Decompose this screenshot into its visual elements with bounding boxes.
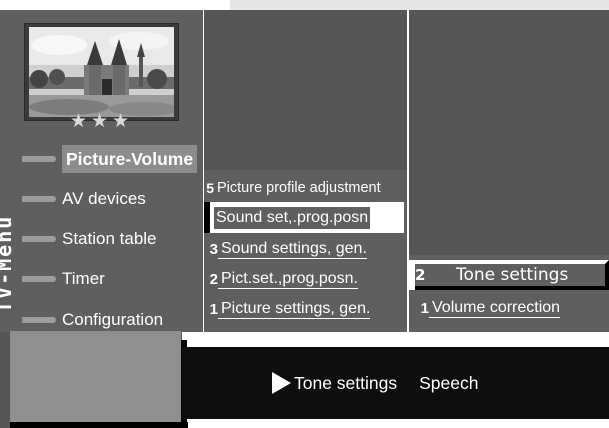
menu-item-marker xyxy=(22,317,56,323)
item-number: 2 xyxy=(415,266,426,284)
item-label: Sound settings, gen. xyxy=(218,240,367,259)
top-strip xyxy=(230,0,609,10)
tv-menu-vertical-title: TV-Menu xyxy=(0,165,16,315)
item-label: Sound set,.prog.posn xyxy=(214,206,371,229)
item-label: Pict.set.,prog.posn. xyxy=(218,270,358,289)
item-number: 3 xyxy=(209,240,218,258)
menu-item-picture-volume[interactable]: Picture-Volume xyxy=(22,145,202,173)
menu-item-label: Picture-Volume xyxy=(62,145,198,173)
sidebar: ★★★ TV-Menu Picture-Volume AV devices St… xyxy=(0,10,203,332)
menu-item-station-table[interactable]: Station table xyxy=(22,226,202,252)
submenu-item-pict-set-prog-posn[interactable]: 2 Pict.set.,prog.posn. xyxy=(204,264,407,294)
item-number: 1 xyxy=(420,299,429,317)
status-secondary: Speech xyxy=(419,373,479,393)
city-gate-picture xyxy=(29,27,174,117)
item-label: Picture settings, gen. xyxy=(218,300,371,319)
item-number: 2 xyxy=(209,270,218,288)
status-text: Tone settings Speech xyxy=(294,373,478,394)
status-primary: Tone settings xyxy=(294,373,398,393)
menu-item-label: Station table xyxy=(62,229,157,248)
option-volume-correction[interactable]: 1 Volume correction xyxy=(415,293,609,323)
submenu-empty-area xyxy=(204,10,407,170)
menu-item-av-devices[interactable]: AV devices xyxy=(22,186,202,212)
menu-item-label: Configuration xyxy=(62,310,164,329)
menu-item-marker xyxy=(22,276,56,282)
item-number: 5 xyxy=(206,180,214,196)
menu-item-marker xyxy=(22,156,56,162)
menu-item-label: Timer xyxy=(62,269,105,288)
options-empty-area xyxy=(409,10,609,255)
submenu-list: 5 Picture profile adjustment Sound set,.… xyxy=(204,170,407,332)
rating-stars: ★★★ xyxy=(69,110,134,132)
submenu-item-picture-settings-gen[interactable]: 1 Picture settings, gen. xyxy=(204,294,407,324)
svg-text:TV-Menu: TV-Menu xyxy=(0,215,16,313)
item-label: Tone settings xyxy=(456,265,569,285)
submenu-item-sound-set-prog-posn[interactable]: Sound set,.prog.posn xyxy=(210,202,404,233)
menu-item-marker xyxy=(22,196,56,202)
menu-item-marker xyxy=(22,236,56,242)
option-tone-settings[interactable]: 2 Tone settings xyxy=(415,260,609,290)
item-label: Picture profile adjustment xyxy=(217,180,381,196)
menu-item-timer[interactable]: Timer xyxy=(22,266,202,292)
preview-thumbnail xyxy=(24,23,179,121)
submenu-item-sound-settings-gen[interactable]: 3 Sound settings, gen. xyxy=(204,234,407,264)
play-icon xyxy=(272,372,291,394)
info-panel-shadow xyxy=(10,422,188,428)
item-number: 1 xyxy=(209,300,218,318)
submenu-item-picture-profile[interactable]: 5 Picture profile adjustment xyxy=(204,173,407,203)
info-panel xyxy=(10,331,181,422)
item-label: Volume correction xyxy=(429,299,561,318)
menu-item-label: AV devices xyxy=(62,189,146,208)
options-list: 2 Tone settings 1 Volume correction xyxy=(409,255,609,332)
menu-item-configuration[interactable]: Configuration xyxy=(22,307,202,333)
